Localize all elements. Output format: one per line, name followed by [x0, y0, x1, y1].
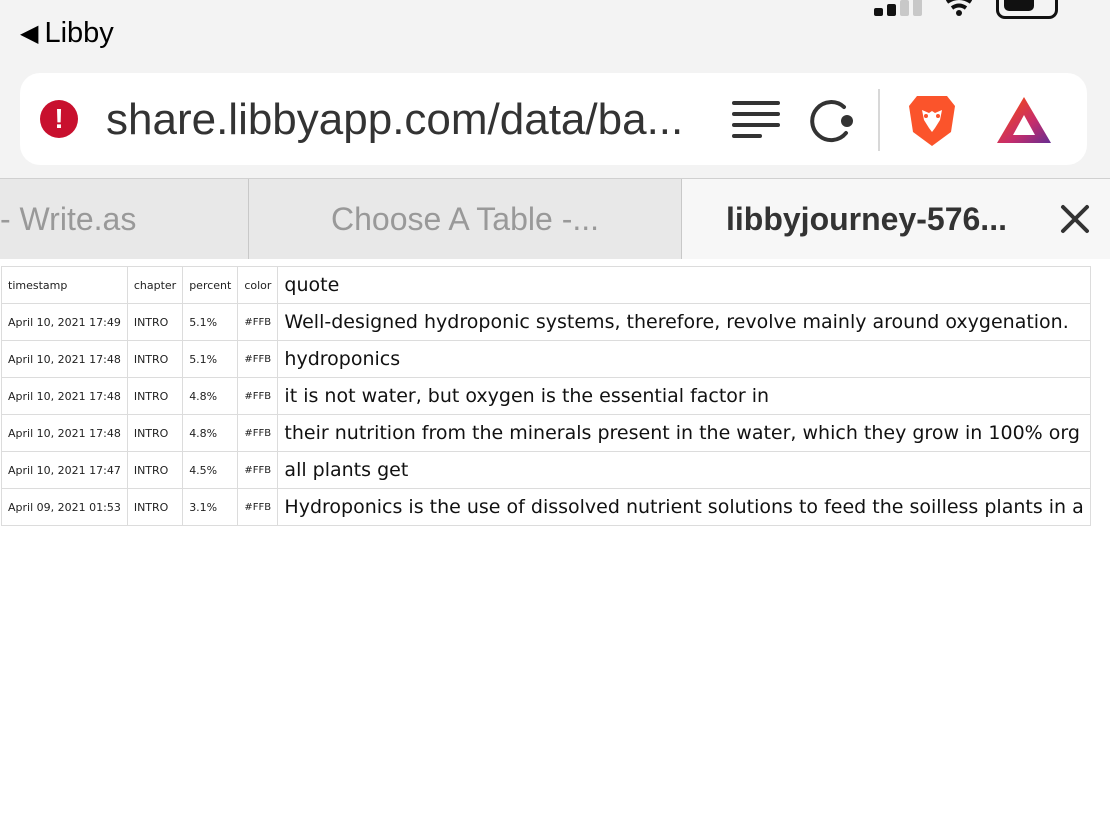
- highlights-table-container: timestamp chapter percent color quote Ap…: [1, 266, 1110, 526]
- table-row: April 10, 2021 17:47 INTRO 4.5% #FFB all…: [1, 451, 1091, 489]
- header-chapter: chapter: [126, 266, 184, 304]
- close-tab-icon[interactable]: [1057, 201, 1093, 237]
- header-quote: quote: [277, 266, 1091, 304]
- header-percent: percent: [182, 266, 239, 304]
- cell-quote: it is not water, but oxygen is the essen…: [277, 377, 1091, 415]
- cell-percent: 5.1%: [182, 340, 239, 378]
- cell-percent: 4.8%: [182, 414, 239, 452]
- cell-percent: 4.8%: [182, 377, 239, 415]
- tab-label: libbyjourney-576...: [726, 200, 1007, 237]
- cell-color: #FFB: [237, 488, 279, 526]
- brave-rewards-icon[interactable]: [995, 95, 1053, 145]
- cell-chapter: INTRO: [126, 414, 184, 452]
- tab-label: - Write.as: [0, 200, 137, 237]
- cell-timestamp: April 10, 2021 17:49: [1, 303, 128, 341]
- header-timestamp: timestamp: [1, 266, 128, 304]
- address-bar[interactable]: ! share.libbyapp.com/data/ba...: [20, 73, 1087, 165]
- back-app-label: Libby: [44, 16, 114, 49]
- table-row: April 09, 2021 01:53 INTRO 3.1% #FFB Hyd…: [1, 488, 1091, 526]
- table-row: April 10, 2021 17:49 INTRO 5.1% #FFB Wel…: [1, 303, 1091, 341]
- url-text[interactable]: share.libbyapp.com/data/ba...: [106, 95, 683, 145]
- browser-chrome: ◀ Libby ! share.libbyapp.com/data/ba...: [0, 0, 1110, 178]
- not-secure-warning-icon[interactable]: !: [40, 100, 78, 138]
- cell-timestamp: April 09, 2021 01:53: [1, 488, 128, 526]
- header-color: color: [237, 266, 279, 304]
- battery-icon: [996, 0, 1058, 19]
- table-header-row: timestamp chapter percent color quote: [1, 266, 1091, 304]
- cell-chapter: INTRO: [126, 303, 184, 341]
- cell-chapter: INTRO: [126, 340, 184, 378]
- cell-color: #FFB: [237, 340, 279, 378]
- cell-timestamp: April 10, 2021 17:48: [1, 377, 128, 415]
- cell-chapter: INTRO: [126, 451, 184, 489]
- cell-quote: Hydroponics is the use of dissolved nutr…: [277, 488, 1091, 526]
- cell-color: #FFB: [237, 303, 279, 341]
- status-icons: [874, 0, 1058, 19]
- cell-color: #FFB: [237, 377, 279, 415]
- tab-libbyjourney[interactable]: libbyjourney-576...: [681, 179, 1110, 259]
- highlights-table: timestamp chapter percent color quote Ap…: [1, 266, 1091, 526]
- table-row: April 10, 2021 17:48 INTRO 5.1% #FFB hyd…: [1, 340, 1091, 378]
- reader-mode-icon[interactable]: [730, 97, 782, 143]
- back-to-app-button[interactable]: ◀ Libby: [20, 14, 114, 52]
- tab-label: Choose A Table -...: [330, 200, 600, 237]
- reload-icon[interactable]: [806, 97, 858, 145]
- tab-choose-a-table[interactable]: Choose A Table -...: [248, 179, 681, 259]
- cell-quote: hydroponics: [277, 340, 1091, 378]
- cell-percent: 3.1%: [182, 488, 239, 526]
- cell-timestamp: April 10, 2021 17:48: [1, 340, 128, 378]
- tab-bar: - Write.as Choose A Table -... libbyjour…: [0, 178, 1110, 259]
- toolbar-divider: [878, 89, 880, 151]
- cell-color: #FFB: [237, 414, 279, 452]
- cell-chapter: INTRO: [126, 488, 184, 526]
- cell-timestamp: April 10, 2021 17:47: [1, 451, 128, 489]
- cell-timestamp: April 10, 2021 17:48: [1, 414, 128, 452]
- cellular-signal-icon: [874, 0, 922, 16]
- cell-quote: Well-designed hydroponic systems, theref…: [277, 303, 1091, 341]
- table-row: April 10, 2021 17:48 INTRO 4.8% #FFB it …: [1, 377, 1091, 415]
- cell-quote: their nutrition from the minerals presen…: [277, 414, 1091, 452]
- cell-percent: 5.1%: [182, 303, 239, 341]
- cell-chapter: INTRO: [126, 377, 184, 415]
- wifi-icon: [945, 0, 973, 16]
- table-row: April 10, 2021 17:48 INTRO 4.8% #FFB the…: [1, 414, 1091, 452]
- back-triangle-icon: ◀: [20, 19, 39, 47]
- cell-quote: all plants get: [277, 451, 1091, 489]
- cell-percent: 4.5%: [182, 451, 239, 489]
- cell-color: #FFB: [237, 451, 279, 489]
- brave-shields-icon[interactable]: [905, 92, 959, 148]
- tab-write-as[interactable]: - Write.as: [0, 179, 247, 259]
